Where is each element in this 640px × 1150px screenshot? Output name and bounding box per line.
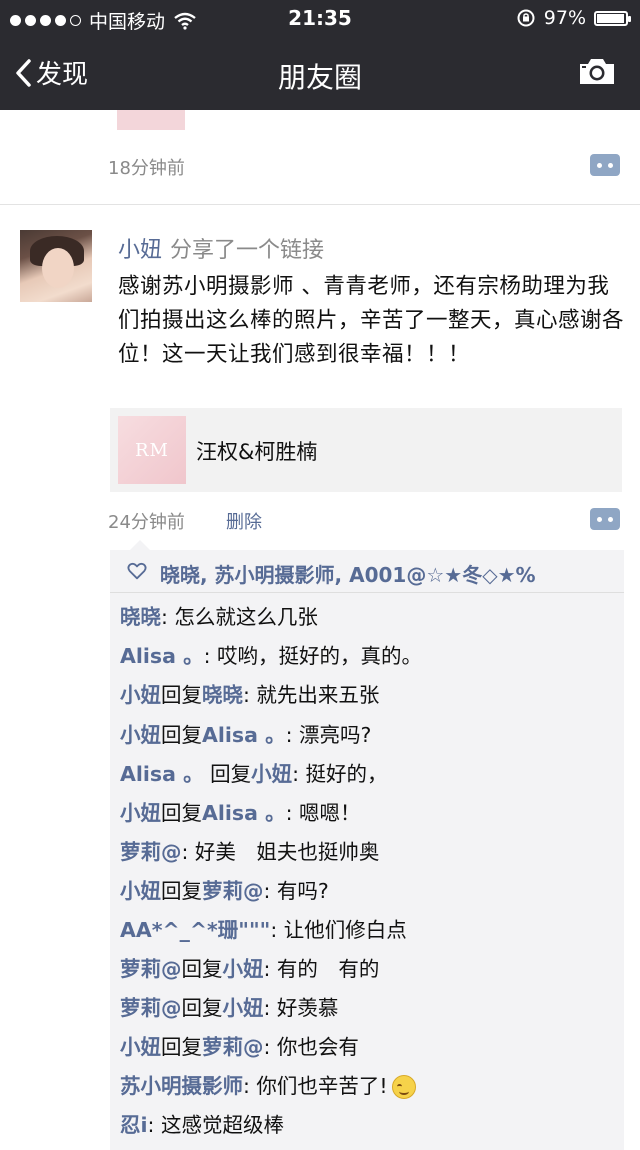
comment-row[interactable]: Alisa 。 回复小妞: 挺好的， bbox=[120, 757, 388, 787]
comment-author[interactable]: 小妞 bbox=[120, 683, 161, 707]
comment-row[interactable]: 苏小明摄影师: 你们也辛苦了! bbox=[120, 1069, 416, 1099]
reply-label: 回复 bbox=[161, 683, 202, 707]
comment-text: : 好羡慕 bbox=[263, 996, 339, 1020]
post-divider bbox=[0, 204, 640, 205]
page-title: 朋友圈 bbox=[277, 61, 362, 94]
post-time: 24分钟前 bbox=[108, 512, 185, 533]
reply-label: 回复 bbox=[161, 879, 202, 903]
reply-target[interactable]: 小妞 bbox=[223, 996, 264, 1020]
rotation-lock-icon bbox=[517, 9, 535, 27]
comment-author[interactable]: Alisa 。 bbox=[120, 762, 204, 786]
comment-author[interactable]: 小妞 bbox=[120, 1035, 161, 1059]
comment-text: : 漂亮吗? bbox=[285, 723, 372, 747]
reply-label: 回复 bbox=[161, 1035, 202, 1059]
comments-panel: 晓晓, 苏小明摄影师, A001@☆★冬◇★% 晓晓: 怎么就这么几张 Alisa… bbox=[110, 540, 624, 1150]
reply-label: 回复 bbox=[161, 801, 202, 825]
comment-author[interactable]: 萝莉@ bbox=[120, 957, 182, 981]
comment-author[interactable]: 忍i bbox=[120, 1113, 148, 1137]
reply-target[interactable]: 小妞 bbox=[251, 762, 292, 786]
comment-author[interactable]: Alisa 。 bbox=[120, 644, 204, 668]
comment-author[interactable]: 萝莉@ bbox=[120, 840, 182, 864]
comment-text: : 嗯嗯！ bbox=[285, 801, 361, 825]
reply-target[interactable]: 萝莉@ bbox=[202, 879, 264, 903]
comment-row[interactable]: 萝莉@: 好美 姐夫也挺帅奥 bbox=[120, 835, 379, 865]
comment-text: : 哎哟，挺好的，真的。 bbox=[203, 644, 423, 668]
reply-target[interactable]: 小妞 bbox=[223, 957, 264, 981]
reply-target[interactable]: Alisa 。 bbox=[202, 801, 286, 825]
post-body-text: 感谢苏小明摄影师 、青青老师，还有宗杨助理为我们拍摄出这么棒的照片，辛苦了一整天… bbox=[118, 274, 625, 367]
link-thumbnail: RM bbox=[118, 416, 186, 484]
reply-target[interactable]: Alisa 。 bbox=[202, 723, 286, 747]
previous-post-time: 18分钟前 bbox=[108, 158, 185, 179]
comment-row[interactable]: 小妞回复Alisa 。: 漂亮吗? bbox=[120, 718, 371, 748]
reply-label: 回复 bbox=[181, 996, 223, 1020]
battery-percent: 97% bbox=[543, 7, 586, 29]
comment-author[interactable]: 小妞 bbox=[120, 723, 161, 747]
header-bar: 中国移动 21:35 97% 发现 朋友圈 bbox=[0, 0, 640, 110]
likes-row: 晓晓, 苏小明摄影师, A001@☆★冬◇★% bbox=[110, 550, 624, 593]
comment-text: : 你们也辛苦了! bbox=[243, 1074, 388, 1098]
comment-text: : 挺好的， bbox=[292, 762, 388, 786]
comment-row[interactable]: 小妞回复Alisa 。: 嗯嗯！ bbox=[120, 796, 361, 826]
camera-icon[interactable] bbox=[578, 56, 616, 86]
reply-label: 回复 bbox=[181, 957, 223, 981]
comment-author[interactable]: AA*^_^*珊""" bbox=[120, 918, 270, 942]
reply-target[interactable]: 晓晓 bbox=[202, 683, 243, 707]
heart-icon bbox=[127, 562, 147, 580]
comment-author[interactable]: 苏小明摄影师 bbox=[120, 1074, 243, 1098]
shared-link-card[interactable]: RM 汪权&柯胜楠 bbox=[110, 408, 622, 492]
post-action-text: 分享了一个链接 bbox=[170, 238, 325, 263]
comment-row[interactable]: 小妞回复萝莉@: 你也会有 bbox=[120, 1030, 359, 1060]
comment-row[interactable]: 小妞回复晓晓: 就先出来五张 bbox=[120, 678, 379, 708]
comment-text: : 这感觉超级棒 bbox=[147, 1113, 284, 1137]
comment-author[interactable]: 小妞 bbox=[120, 879, 161, 903]
comment-row[interactable]: 小妞回复萝莉@: 有吗? bbox=[120, 874, 329, 904]
status-bar: 中国移动 21:35 97% bbox=[0, 0, 640, 36]
delete-button[interactable]: 删除 bbox=[226, 508, 262, 534]
comment-author[interactable]: 萝莉@ bbox=[120, 996, 182, 1020]
avatar[interactable] bbox=[20, 230, 92, 302]
comment-author[interactable]: 小妞 bbox=[120, 801, 161, 825]
comment-row[interactable]: Alisa 。: 哎哟，挺好的，真的。 bbox=[120, 639, 422, 669]
post-more-button[interactable] bbox=[590, 508, 620, 530]
reply-label: 回复 bbox=[161, 723, 202, 747]
comment-text: : 有吗? bbox=[263, 879, 329, 903]
comment-row[interactable]: 萝莉@回复小妞: 有的 有的 bbox=[120, 952, 379, 982]
comment-text: : 怎么就这么几张 bbox=[161, 605, 318, 629]
reply-target[interactable]: 萝莉@ bbox=[202, 1035, 264, 1059]
comment-text: : 好美 姐夫也挺帅奥 bbox=[181, 840, 380, 864]
comment-text: : 让他们修白点 bbox=[270, 918, 407, 942]
comment-text: : 有的 有的 bbox=[263, 957, 380, 981]
comment-row[interactable]: AA*^_^*珊""": 让他们修白点 bbox=[120, 913, 407, 943]
comment-row[interactable]: 萝莉@回复小妞: 好羡慕 bbox=[120, 991, 338, 1021]
nav-bar: 发现 朋友圈 bbox=[0, 36, 640, 110]
previous-link-thumbnail[interactable] bbox=[117, 110, 185, 130]
comment-text: : 你也会有 bbox=[263, 1035, 359, 1059]
comment-row[interactable]: 晓晓: 怎么就这么几张 bbox=[120, 600, 318, 630]
previous-post-more-button[interactable] bbox=[590, 154, 620, 176]
comment-author[interactable]: 晓晓 bbox=[120, 605, 161, 629]
comment-text: : 就先出来五张 bbox=[243, 683, 380, 707]
comment-row[interactable]: 忍i: 这感觉超级棒 bbox=[120, 1108, 284, 1138]
battery-icon bbox=[594, 10, 631, 26]
post-author[interactable]: 小妞 bbox=[118, 232, 162, 264]
reply-label: 回复 bbox=[203, 762, 252, 786]
smile-emoji-icon bbox=[391, 1075, 416, 1099]
link-title: 汪权&柯胜楠 bbox=[196, 440, 318, 464]
likes-names[interactable]: 晓晓, 苏小明摄影师, A001@☆★冬◇★% bbox=[160, 559, 536, 588]
